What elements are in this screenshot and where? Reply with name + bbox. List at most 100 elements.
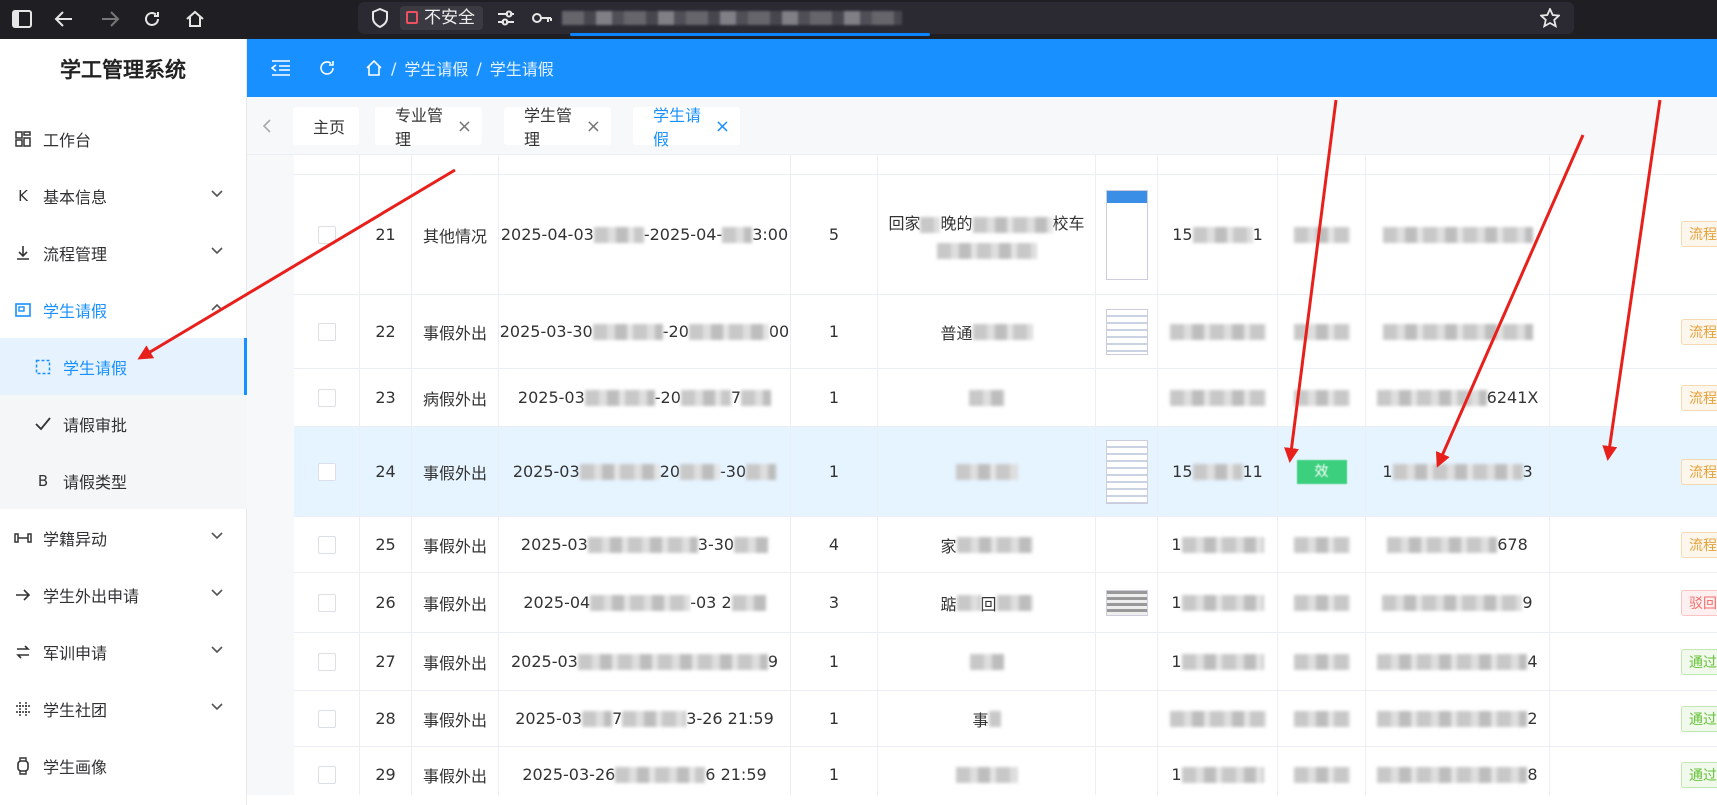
attachment-thumbnail[interactable]	[1105, 308, 1148, 355]
status-tag: 流程	[1681, 385, 1717, 411]
row-checkbox[interactable]	[317, 535, 336, 554]
close-icon[interactable]: ×	[457, 116, 472, 137]
sidebar-subitem-student-leave[interactable]: 学生请假	[0, 338, 247, 395]
table-row[interactable]: 21 其他情况 2025-04-03 -2025-04- 3:00 5 回家 晚的 校车…	[294, 175, 1717, 295]
reload-icon[interactable]	[138, 5, 166, 33]
menu-fold-icon[interactable]	[270, 59, 291, 77]
security-indicator[interactable]: 不安全	[400, 6, 483, 30]
forward-icon[interactable]	[96, 5, 124, 33]
sidebar-toggle-icon[interactable]	[8, 5, 36, 33]
status-label: 驳回	[1689, 596, 1717, 612]
sidebar-item-student-profile[interactable]: 学生画像	[0, 737, 247, 794]
sidebar-item-label: 学生请假	[43, 301, 108, 321]
time-cell: 2025-03-26 6 21:59	[499, 747, 791, 795]
row-checkbox[interactable]	[317, 322, 336, 341]
table-row-selected[interactable]: 24 事假外出 2025-03 20 -30 1 15 11 效 13 流程	[294, 427, 1717, 517]
sidebar-item-process-management[interactable]: 流程管理	[0, 224, 247, 281]
sidebar-item-label: 军训申请	[43, 643, 108, 663]
redacted-text	[969, 653, 1004, 670]
redacted-text	[592, 323, 663, 340]
sidebar-subitem-leave-type[interactable]: B 请假类型	[0, 452, 247, 509]
table-row[interactable]: 26 事假外出 2025-04 -03 2 3 踮回 1 9 驳回	[294, 573, 1717, 633]
dashboard-icon	[14, 130, 32, 148]
reason-cell: 踮回	[878, 573, 1096, 632]
row-checkbox[interactable]	[317, 462, 336, 481]
status-tag: 流程	[1681, 532, 1717, 558]
permissions-icon[interactable]	[492, 4, 520, 32]
redacted-text	[579, 463, 660, 480]
redacted-text	[972, 323, 1033, 340]
attachment-cell	[1096, 691, 1158, 746]
row-checkbox[interactable]	[317, 652, 336, 671]
form-icon	[14, 301, 32, 319]
tab-major-management[interactable]: 专业管理 ×	[375, 106, 482, 149]
days: 5	[828, 225, 840, 244]
row-checkbox[interactable]	[317, 765, 336, 784]
back-icon[interactable]	[50, 5, 78, 33]
tabs-scroll-left-icon[interactable]	[261, 118, 273, 134]
home-icon[interactable]	[365, 59, 383, 77]
sidebar-subitem-leave-approval[interactable]: 请假审批	[0, 395, 247, 452]
id-tail: 9	[1522, 593, 1533, 612]
address-bar[interactable]: 不安全	[358, 2, 1574, 34]
home-icon[interactable]	[181, 5, 209, 33]
sidebar-item-enrollment-change[interactable]: 学籍异动	[0, 509, 247, 566]
table-row[interactable]: 25 事假外出 2025-03 3-30 4 家 1 678 流程	[294, 517, 1717, 573]
row-checkbox[interactable]	[317, 593, 336, 612]
shield-icon[interactable]	[366, 4, 394, 32]
breadcrumb-item[interactable]: 学生请假	[404, 56, 468, 80]
time-cell: 2025-03 7 3-26 21:59	[499, 691, 791, 746]
contact-cell	[1278, 691, 1366, 746]
sidebar-item-outing-application[interactable]: 学生外出申请	[0, 566, 247, 623]
attachment-cell	[1096, 633, 1158, 690]
close-icon[interactable]: ×	[586, 116, 601, 137]
index-cell: 23	[360, 369, 412, 426]
table-row[interactable]: 23 病假外出 2025-03 -20 7 1 6241X 流程	[294, 369, 1717, 427]
redacted-text	[1382, 226, 1533, 243]
row-checkbox[interactable]	[317, 225, 336, 244]
time-mid: -20	[662, 322, 689, 341]
table-row[interactable]: 29 事假外出 2025-03-26 6 21:59 1 1 8 通过	[294, 747, 1717, 795]
tab-student-management[interactable]: 学生管理 ×	[504, 106, 611, 149]
contact-cell	[1278, 369, 1366, 426]
tab-home[interactable]: 主页	[293, 107, 359, 145]
bookmark-star-icon[interactable]	[1536, 4, 1564, 32]
sidebar-item-basic-info[interactable]: K 基本信息	[0, 167, 247, 224]
table-row[interactable]: 27 事假外出 2025-03 9 1 1 4 通过	[294, 633, 1717, 691]
contact-cell	[1278, 175, 1366, 294]
row-checkbox[interactable]	[317, 388, 336, 407]
days-cell: 1	[791, 295, 878, 368]
redacted-text	[1293, 226, 1350, 243]
close-icon[interactable]: ×	[715, 116, 730, 137]
attachment-thumbnail[interactable]	[1105, 439, 1148, 504]
reason-cell: 家	[878, 517, 1096, 572]
id-cell: 4	[1366, 633, 1550, 690]
leave-type-cell: 病假外出	[412, 369, 499, 426]
sidebar-item-student-leave[interactable]: 学生请假	[0, 281, 247, 338]
sidebar-item-label: 流程管理	[43, 244, 108, 264]
attachment-thumbnail[interactable]	[1105, 189, 1148, 280]
table-row[interactable]: 28 事假外出 2025-03 7 3-26 21:59 1 事 2 通过	[294, 691, 1717, 747]
leave-type-cell: 事假外出	[412, 295, 499, 368]
redacted-text	[731, 594, 766, 611]
id-head: 1	[1382, 462, 1393, 481]
row-checkbox[interactable]	[317, 709, 336, 728]
checkbox-cell	[294, 691, 360, 746]
sidebar-item-military-training[interactable]: 军训申请	[0, 623, 247, 680]
redacted-text	[1293, 323, 1350, 340]
time-start: 2025-03	[512, 462, 580, 481]
reason-cell	[878, 427, 1096, 516]
leave-type: 事假外出	[422, 710, 487, 730]
redacted-text	[1377, 653, 1528, 670]
time-mid: -03 2	[690, 593, 732, 612]
checkbox-cell	[294, 517, 360, 572]
attachment-thumbnail[interactable]	[1105, 589, 1148, 616]
refresh-icon[interactable]	[317, 58, 337, 78]
status-label: 流程	[1689, 227, 1717, 243]
status-tag: 流程	[1681, 319, 1717, 345]
table-row[interactable]: 22 事假外出 2025-03-30 -20 00 1 普通 流程	[294, 295, 1717, 369]
sidebar-item-student-clubs[interactable]: 学生社团	[0, 680, 247, 737]
key-icon[interactable]	[528, 4, 556, 32]
sidebar-item-workbench[interactable]: 工作台	[0, 110, 247, 167]
tab-student-leave[interactable]: 学生请假 ×	[633, 106, 740, 149]
